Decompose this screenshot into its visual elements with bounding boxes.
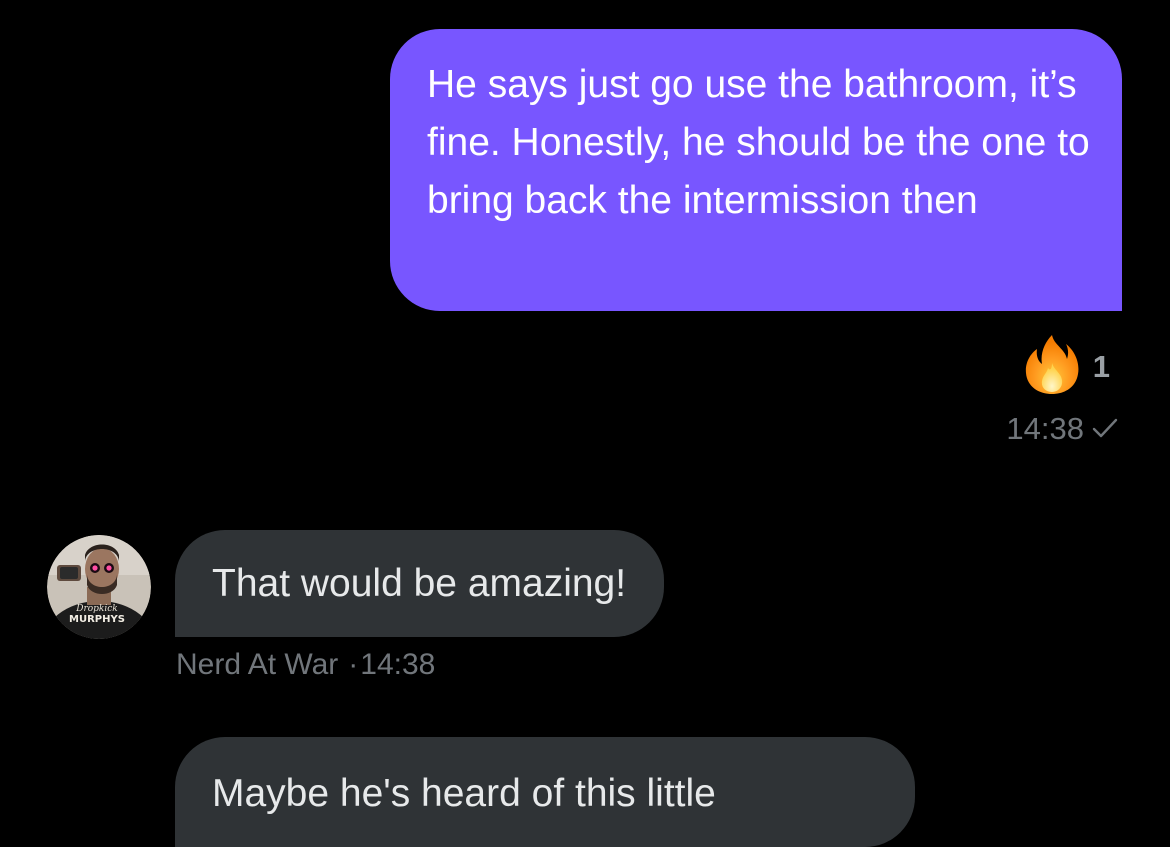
reaction-count: 1 [1092,348,1110,384]
checkmark-icon [1092,411,1118,447]
fire-emoji-icon [1021,333,1083,400]
outgoing-message-bubble[interactable]: He says just go use the bathroom, it’s f… [390,29,1122,311]
incoming-message-meta: Nerd At War ·14:38 [176,648,435,682]
message-reaction[interactable]: 1 [1021,333,1110,400]
avatar-shirt-title: MURPHYS [69,614,125,625]
incoming-message-bubble[interactable]: That would be amazing! [175,530,665,637]
message-timestamp: 14:38 [1006,411,1084,446]
sender-name[interactable]: Nerd At War [176,648,338,681]
message-timestamp: 14:38 [360,648,436,681]
message-meta: 14:38 [1006,411,1118,447]
meta-separator: · [348,648,359,681]
avatar-shirt-script: Dropkick [75,604,118,614]
avatar[interactable]: Dropkick MURPHYS [47,535,151,639]
incoming-message-bubble[interactable]: Maybe he's heard of this little [175,737,915,847]
